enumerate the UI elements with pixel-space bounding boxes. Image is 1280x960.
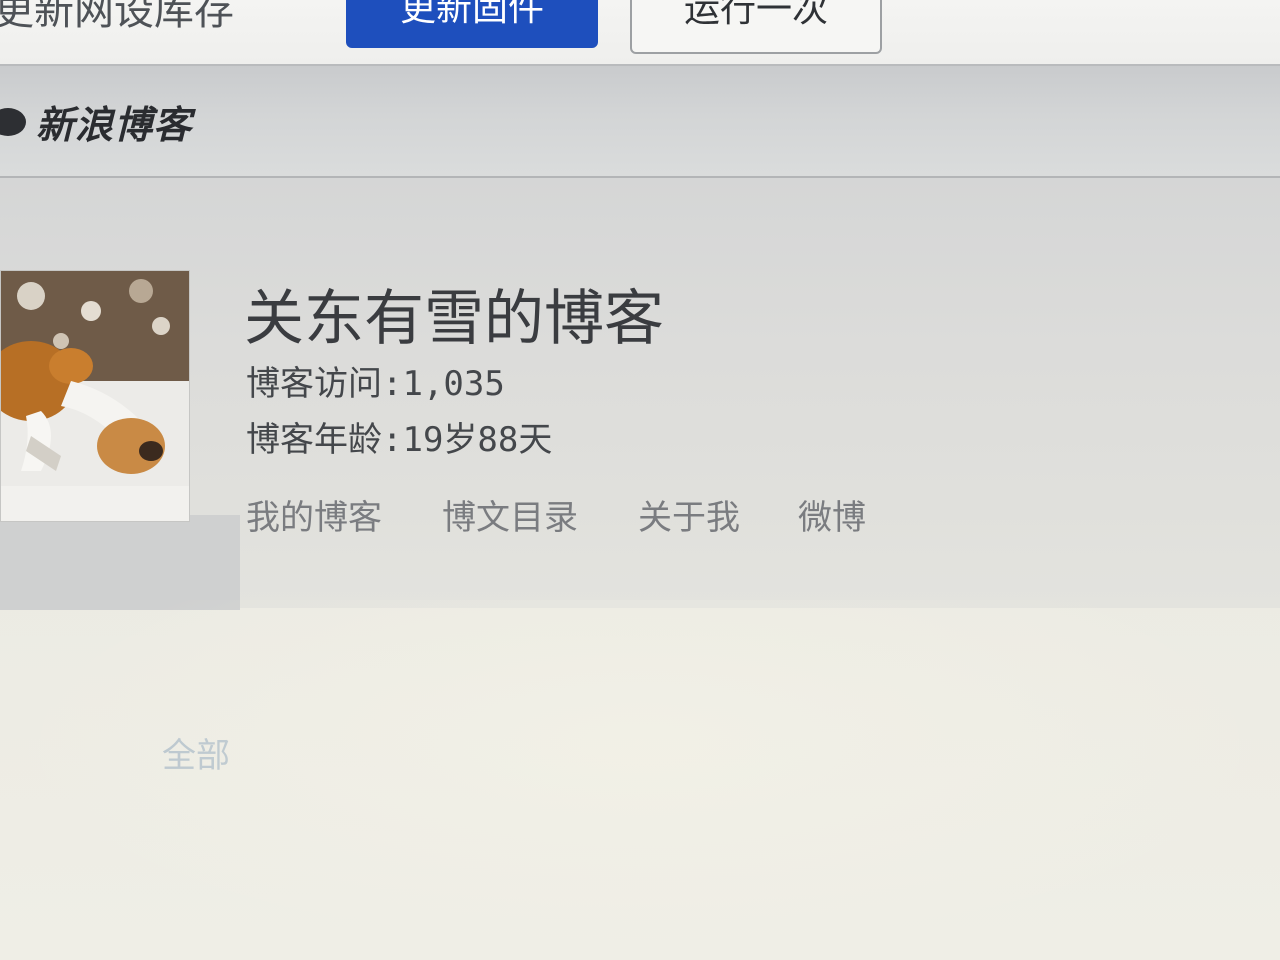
screen: 更新网设库存 更新固件 运行一次 新浪博客 关东有雪的博客 博客访问:1,035… bbox=[0, 0, 1280, 960]
nav-my-blog[interactable]: 我的博客 bbox=[246, 490, 382, 539]
sina-blog-logo[interactable]: 新浪博客 bbox=[36, 94, 192, 149]
blog-visits: 博客访问:1,035 bbox=[246, 364, 505, 404]
nav-article-list[interactable]: 博文目录 bbox=[442, 490, 578, 539]
tab-all[interactable]: 全部 bbox=[162, 728, 230, 777]
sina-eye-logo-icon bbox=[0, 108, 26, 136]
avatar-shadow-strip bbox=[0, 515, 240, 610]
blog-age: 博客年龄:19岁88天 bbox=[246, 420, 553, 460]
fox-in-snow-photo-icon bbox=[1, 271, 189, 521]
nav-weibo[interactable]: 微博 bbox=[798, 490, 866, 539]
nav-about-me[interactable]: 关于我 bbox=[638, 490, 740, 539]
screen-glare bbox=[0, 600, 1280, 960]
sina-blog-header: 新浪博客 bbox=[0, 66, 1280, 178]
toolbar-partial-text: 更新网设库存 bbox=[0, 0, 234, 34]
top-toolbar: 更新网设库存 更新固件 运行一次 bbox=[0, 0, 1280, 66]
blog-title: 关东有雪的博客 bbox=[244, 284, 664, 354]
avatar[interactable] bbox=[0, 270, 190, 522]
run-once-button[interactable]: 运行一次 bbox=[630, 0, 882, 54]
update-firmware-button[interactable]: 更新固件 bbox=[346, 0, 598, 48]
